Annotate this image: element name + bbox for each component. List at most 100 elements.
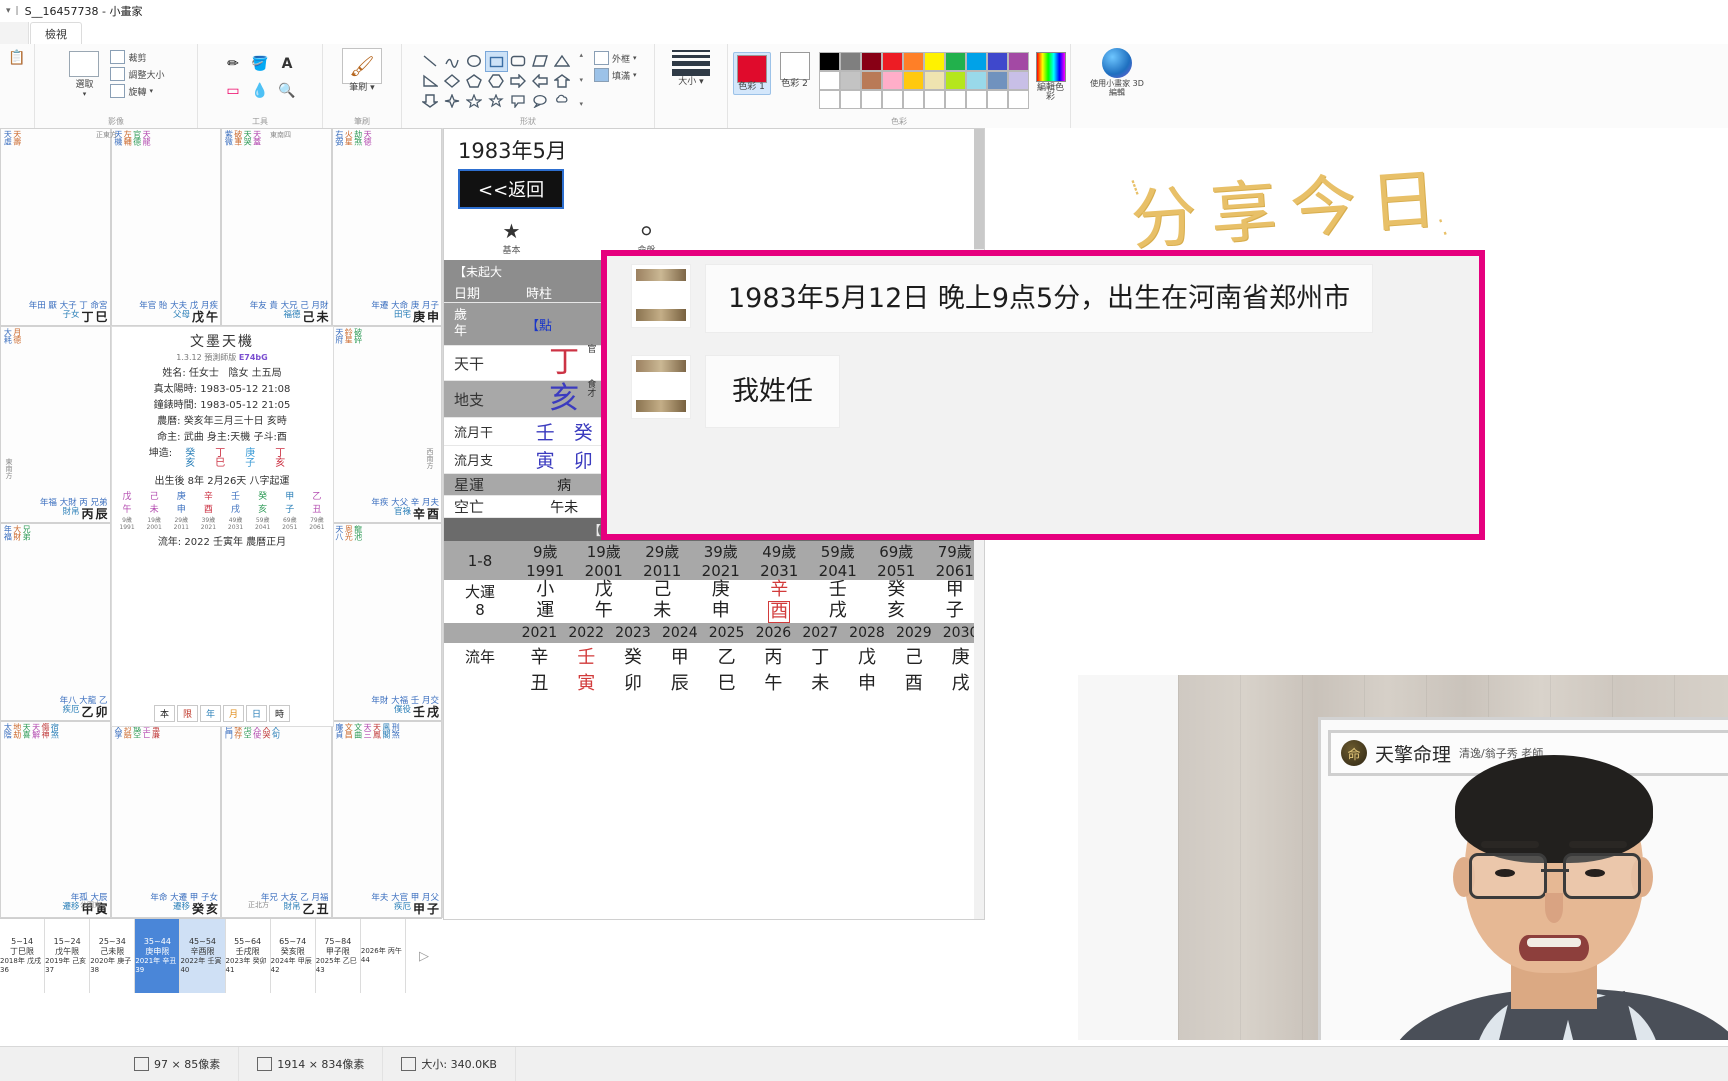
ziwei-luck-year[interactable]: 2031 — [223, 524, 248, 531]
palace-cell-辰[interactable]: 大耗 月德 年福 大財 丙 兄弟 財帛丙辰 — [0, 325, 111, 523]
palette-swatch-18[interactable] — [986, 71, 1008, 90]
palette-swatch-25[interactable] — [923, 90, 945, 109]
palette-swatch-24[interactable] — [902, 90, 924, 109]
dayun-cell[interactable]: 小運 — [516, 579, 575, 623]
palace-cell-卯[interactable]: 年福 大財 兄弟 年八 大龍 乙疾厄乙卯 — [0, 523, 111, 721]
liunian-branche-cell[interactable]: 未 — [797, 669, 844, 695]
liuyuezhi-cell[interactable]: 卯 — [564, 446, 602, 473]
dayun-cells[interactable]: 小運戊午己未庚申辛酉壬戌癸亥甲子 — [516, 579, 984, 624]
shape-right-triangle-icon[interactable] — [419, 71, 440, 90]
chevron-down-icon[interactable]: ▾ — [633, 54, 637, 62]
shape-down-arrow-icon[interactable] — [419, 91, 440, 110]
shape-curve-icon[interactable] — [441, 51, 462, 70]
year-tab-本[interactable]: 本 — [153, 704, 175, 722]
shape-oval-icon[interactable] — [463, 51, 484, 70]
save-icon[interactable]: ▾ — [6, 6, 11, 16]
crop-button[interactable]: 裁剪 — [110, 50, 164, 64]
dayun-cell[interactable]: 戊午 — [575, 579, 634, 623]
palette-swatch-19[interactable] — [1007, 71, 1029, 90]
tab-basic[interactable]: ★ 基本 — [444, 215, 579, 260]
palette-swatch-17[interactable] — [965, 71, 987, 90]
palette-swatch-26[interactable] — [944, 90, 966, 109]
chevron-down-icon[interactable]: ▾ — [696, 77, 704, 87]
ziwei-luck-pillar[interactable]: 壬戌 — [223, 489, 248, 515]
chevron-down-icon[interactable]: ▾ — [579, 76, 583, 84]
shape-rounded-rect-icon[interactable] — [507, 51, 528, 70]
bazi-luck-year[interactable]: 2041 — [809, 562, 868, 580]
bazi-luck-year[interactable]: 2051 — [867, 562, 926, 580]
bazi-luck-year[interactable]: 2001 — [575, 562, 634, 580]
palette-swatch-22[interactable] — [860, 90, 882, 109]
ziwei-luck-pillar[interactable]: 庚申 — [169, 489, 194, 515]
bazi-luck-year[interactable]: 2011 — [633, 562, 692, 580]
color-picker-icon[interactable]: 💧 — [249, 81, 271, 101]
palette-swatch-29[interactable] — [1007, 90, 1029, 109]
palette-swatch-20[interactable] — [818, 90, 840, 109]
liunian-branche-cell[interactable]: 午 — [750, 669, 797, 695]
liunian-branche-cell[interactable]: 辰 — [656, 669, 703, 695]
decade-cell-3[interactable]: 35~44 庚申限 2021年 辛丑39 — [135, 919, 181, 993]
palette-swatch-4[interactable] — [902, 52, 924, 71]
dayun-row[interactable]: 大運 8 小運戊午己未庚申辛酉壬戌癸亥甲子 — [444, 579, 984, 624]
more-shapes-icon[interactable]: ▾ — [579, 100, 583, 108]
eraser-icon[interactable]: ▭ — [222, 81, 244, 101]
xingyun-cell[interactable]: 病 — [526, 475, 602, 495]
ziwei-year-tabs[interactable]: 本限年月日時 — [112, 704, 333, 722]
liuyuezhi-cell[interactable]: 寅 — [526, 446, 564, 473]
ziwei-luck-pillar[interactable]: 己未 — [142, 489, 167, 515]
bazi-luck-age[interactable]: 29歲 — [633, 541, 692, 562]
shape-rounded-callout-icon[interactable] — [507, 91, 528, 110]
palette-swatch-5[interactable] — [923, 52, 945, 71]
dayun-cell[interactable]: 壬戌 — [809, 579, 868, 623]
shape-hexagon-icon[interactable] — [485, 71, 506, 90]
decade-cell-4[interactable]: 45~54 辛酉限 2022年 壬寅40 — [180, 919, 226, 993]
palette-swatch-14[interactable] — [902, 71, 924, 90]
palace-cell-巳[interactable]: 天虛 天壽 年田 厭 大子 丁 命宮 子女丁巳 — [0, 128, 111, 326]
shape-cloud-callout-icon[interactable] — [551, 91, 572, 110]
liunian-branche-cell[interactable]: 丑 — [516, 669, 563, 695]
magnifier-icon[interactable]: 🔍 — [276, 81, 298, 101]
bazi-luck-year[interactable]: 1991 — [516, 562, 575, 580]
palace-cell-戌[interactable]: 天八 恩光 龍池 年財 大福 壬 月交 僕役壬戌 — [331, 523, 442, 721]
dayun-cell[interactable]: 庚申 — [692, 579, 751, 623]
ziwei-luck-year[interactable]: 2021 — [196, 524, 221, 531]
decade-next-icon[interactable]: ▷ — [406, 919, 442, 993]
palace-cell-丑[interactable]: 巨門 祿存 地空 天使 天哭 天旬 年兄 大友 乙 月福 財帛乙丑 — [221, 720, 332, 918]
text-icon[interactable]: A — [276, 54, 298, 74]
palette-swatch-13[interactable] — [881, 71, 903, 90]
palette-swatch-2[interactable] — [860, 52, 882, 71]
bazi-luck-age[interactable]: 9歲 — [516, 541, 575, 562]
quick-access-toolbar[interactable]: ▾ | — [0, 6, 19, 16]
tiangan-cell[interactable]: 丁官 — [526, 345, 602, 380]
shape-triangle-icon[interactable] — [551, 51, 572, 70]
ziwei-chart[interactable]: 天虛 天壽 年田 厭 大子 丁 命宮 子女丁巳天機 左輔 官德 天龍 年官 貽 大夫 戊 月疾… — [0, 128, 443, 918]
ziwei-luck-pillar[interactable]: 戊午 — [115, 489, 140, 515]
palace-cell-亥[interactable]: 天掌 封誥 截空 空亡 蜚廉 年命 大遷 甲 子女 遷移癸亥 — [110, 720, 221, 918]
ziwei-luck-year[interactable]: 2051 — [277, 524, 302, 531]
kongwang-cell[interactable]: 午未 — [526, 497, 602, 517]
decade-cell-6[interactable]: 65~74 癸亥限 2024年 甲辰42 — [271, 919, 316, 993]
liunian-branche-cell[interactable]: 酉 — [890, 669, 937, 695]
ziwei-luck-year[interactable]: 2041 — [250, 524, 275, 531]
year-tab-年[interactable]: 年 — [199, 704, 221, 722]
liuyuegan-cell[interactable]: 壬 — [526, 418, 564, 445]
ziwei-luck-year[interactable]: 2001 — [142, 524, 167, 531]
ziwei-luck-age[interactable]: 49歲 — [223, 515, 248, 524]
size-label[interactable]: 大小 ▾ — [678, 77, 704, 87]
ziwei-luck-pillar[interactable]: 辛酉 — [196, 489, 221, 515]
ziwei-luck-age[interactable]: 69歲 — [277, 515, 302, 524]
ziwei-luck-age[interactable]: 29歲 — [169, 515, 194, 524]
dayun-cell[interactable]: 辛酉 — [750, 579, 809, 624]
liunian-stem-cell[interactable]: 己 — [890, 643, 937, 669]
palette-swatch-6[interactable] — [944, 52, 966, 71]
paint3d-button[interactable]: 使用小畫家 3D 編輯 — [1088, 48, 1146, 97]
year-tab-月[interactable]: 月 — [223, 704, 245, 722]
palette-swatch-15[interactable] — [923, 71, 945, 90]
year-tab-日[interactable]: 日 — [246, 704, 268, 722]
ziwei-luck-pillar[interactable]: 甲子 — [277, 489, 302, 515]
palace-cell-酉[interactable]: 天府 鈴星 破碎 年疾 大父 辛 月夫 官祿辛酉 — [331, 325, 442, 523]
edit-colors-button[interactable]: 編輯色彩 — [1035, 52, 1066, 103]
ziwei-luck-year[interactable]: 2011 — [169, 524, 194, 531]
liunian-stem-cell[interactable]: 壬 — [563, 643, 610, 669]
palette-swatch-9[interactable] — [1007, 52, 1029, 71]
